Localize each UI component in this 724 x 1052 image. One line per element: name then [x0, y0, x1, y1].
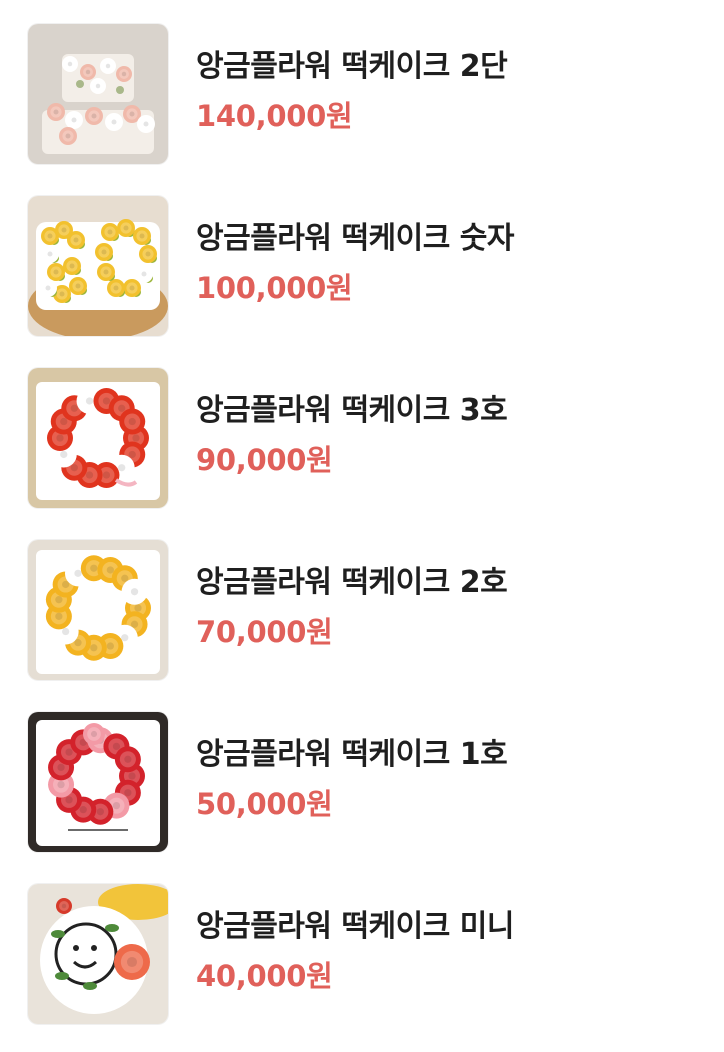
product-name[interactable]: 앙금플라워 떡케이크 2단: [196, 48, 676, 86]
product-price: 50,000원: [196, 787, 333, 821]
product-name[interactable]: 앙금플라워 떡케이크 1호: [196, 736, 676, 774]
cake-photo-icon: [28, 884, 168, 1024]
product-price: 100,000원: [196, 271, 353, 305]
product-price: 40,000원: [196, 959, 333, 993]
product-thumbnail[interactable]: [28, 196, 168, 336]
product-item[interactable]: 앙금플라워 떡케이크 2단 140,000원: [28, 24, 688, 164]
product-item[interactable]: 앙금플라워 떡케이크 미니 40,000원: [28, 884, 688, 1024]
cake-photo-icon: [28, 24, 168, 164]
product-item[interactable]: 앙금플라워 떡케이크 3호 90,000원: [28, 368, 688, 508]
product-item[interactable]: 앙금플라워 떡케이크 숫자 100,000원: [28, 196, 688, 336]
product-price: 90,000원: [196, 443, 333, 477]
product-name[interactable]: 앙금플라워 떡케이크 2호: [196, 564, 676, 602]
product-thumbnail[interactable]: [28, 540, 168, 680]
product-price: 70,000원: [196, 615, 333, 649]
product-thumbnail[interactable]: [28, 24, 168, 164]
product-name[interactable]: 앙금플라워 떡케이크 미니: [196, 908, 676, 946]
product-item[interactable]: 앙금플라워 떡케이크 1호 50,000원: [28, 712, 688, 852]
cake-photo-icon: [28, 540, 168, 680]
product-thumbnail[interactable]: [28, 712, 168, 852]
cake-photo-icon: [28, 712, 168, 852]
cake-photo-icon: [28, 368, 168, 508]
product-list: 앙금플라워 떡케이크 2단 140,000원 앙금플라워 떡케이크 숫자 100…: [0, 0, 724, 1052]
cake-photo-icon: [28, 196, 168, 336]
product-name[interactable]: 앙금플라워 떡케이크 3호: [196, 392, 676, 430]
product-thumbnail[interactable]: [28, 368, 168, 508]
product-item[interactable]: 앙금플라워 떡케이크 2호 70,000원: [28, 540, 688, 680]
product-name[interactable]: 앙금플라워 떡케이크 숫자: [196, 220, 676, 258]
product-price: 140,000원: [196, 99, 353, 133]
product-thumbnail[interactable]: [28, 884, 168, 1024]
